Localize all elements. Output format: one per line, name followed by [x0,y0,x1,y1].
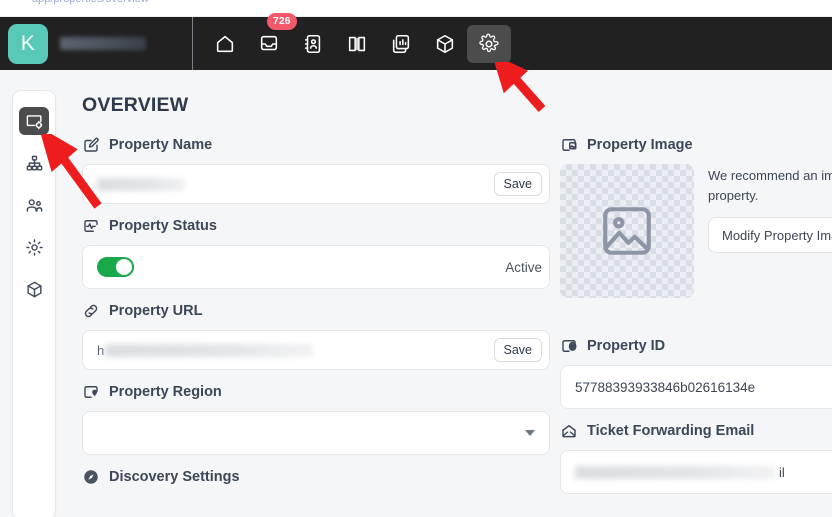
contacts-icon[interactable] [291,25,335,63]
page-title: OVERVIEW [82,94,189,116]
sidebar-item-property-overview[interactable] [19,107,49,135]
property-status-field: Property Status Active [82,216,550,289]
pulse-square-icon [82,217,100,235]
sidebar-item-structure[interactable] [19,149,49,177]
nav-icon-group: 726 [193,12,511,70]
property-name-header: Property Name [82,135,550,155]
property-url-prefix: h [97,342,105,358]
property-region-select[interactable] [82,411,550,455]
browser-chrome-strip: app/properties/overview [0,0,832,17]
top-navigation-bar: K 726 [0,12,832,70]
property-status-label: Property Status [109,218,217,234]
property-image-info: We recommend an ima property. Modify Pro… [708,164,832,298]
sidebar-item-settings[interactable] [19,233,49,261]
property-id-label: Property ID [587,338,666,354]
ticket-forwarding-email-value-redacted [575,465,775,479]
toggle-knob [116,259,132,275]
discovery-settings-header: Discovery Settings [82,467,550,487]
browser-url-ghost: app/properties/overview [32,0,149,5]
brand-logo[interactable]: K [8,23,48,64]
discovery-settings-label: Discovery Settings [109,469,240,485]
property-name-input[interactable]: Save [82,164,550,204]
home-icon[interactable] [203,25,247,63]
ticket-forwarding-email-label: Ticket Forwarding Email [587,423,755,439]
property-name-label: Property Name [109,137,213,153]
inbox-icon[interactable]: 726 [247,12,297,63]
map-pin-square-icon [82,383,100,401]
property-name-value-redacted [97,177,185,191]
property-region-field: Property Region [82,382,550,455]
property-image-preview[interactable] [560,164,694,298]
fingerprint-square-icon [560,337,578,355]
property-image-row: We recommend an ima property. Modify Pro… [560,164,832,298]
compass-icon [82,468,100,486]
property-image-note-line2: property. [708,188,759,204]
brand-area[interactable]: K [0,17,192,70]
image-square-icon [560,136,578,154]
property-name-save-button[interactable]: Save [493,171,542,197]
ticket-forwarding-email-suffix: il [779,464,785,480]
property-image-field: Property Image We recommend an ima prope… [560,135,832,298]
workspace-name-redacted [60,37,146,50]
sidebar-item-team[interactable] [19,191,49,219]
discovery-settings-field: Discovery Settings [82,467,550,487]
ticket-forwarding-email-input[interactable]: il [560,450,832,494]
ticket-forwarding-email-field: Ticket Forwarding Email il [560,421,832,494]
property-status-header: Property Status [82,216,550,236]
property-url-label: Property URL [109,303,203,319]
property-url-input[interactable]: h Save [82,330,550,370]
property-status-state: Active [505,259,542,275]
property-url-field: Property URL h Save [82,301,550,370]
property-region-label: Property Region [109,384,222,400]
knowledge-base-icon[interactable] [335,25,379,63]
right-column: Property Image We recommend an ima prope… [560,135,832,506]
property-id-input[interactable]: 57788393933846b02616134e [560,365,832,409]
sidebar-item-packages[interactable] [19,275,49,303]
apps-icon[interactable] [423,25,467,63]
property-image-header: Property Image [560,135,832,155]
edit-square-icon [82,136,100,154]
link-icon [82,302,100,320]
property-image-label: Property Image [587,137,693,153]
main-content: OVERVIEW Property Name Save Property Sta… [68,78,832,517]
property-image-note-line1: We recommend an ima [708,168,832,183]
settings-gear-icon[interactable] [467,24,511,63]
property-id-field: Property ID 57788393933846b02616134e [560,336,832,409]
left-column: Property Name Save Property Status Activ… [82,135,550,506]
left-sidebar [12,90,56,517]
property-name-field: Property Name Save [82,135,550,204]
property-url-save-button[interactable]: Save [493,337,542,363]
property-status-row: Active [82,245,550,289]
property-status-toggle[interactable] [97,257,134,277]
forward-mail-icon [560,422,578,440]
property-url-value-redacted [105,343,314,357]
ticket-forwarding-email-header: Ticket Forwarding Email [560,421,832,441]
modify-property-image-button[interactable]: Modify Property Ima [708,217,832,254]
property-region-header: Property Region [82,382,550,402]
property-id-header: Property ID [560,336,832,356]
chevron-down-icon[interactable] [525,430,535,436]
reports-icon[interactable] [379,25,423,63]
property-url-header: Property URL [82,301,550,321]
app-root: app/properties/overview K 726 [0,0,832,517]
property-id-value: 57788393933846b02616134e [575,379,756,395]
